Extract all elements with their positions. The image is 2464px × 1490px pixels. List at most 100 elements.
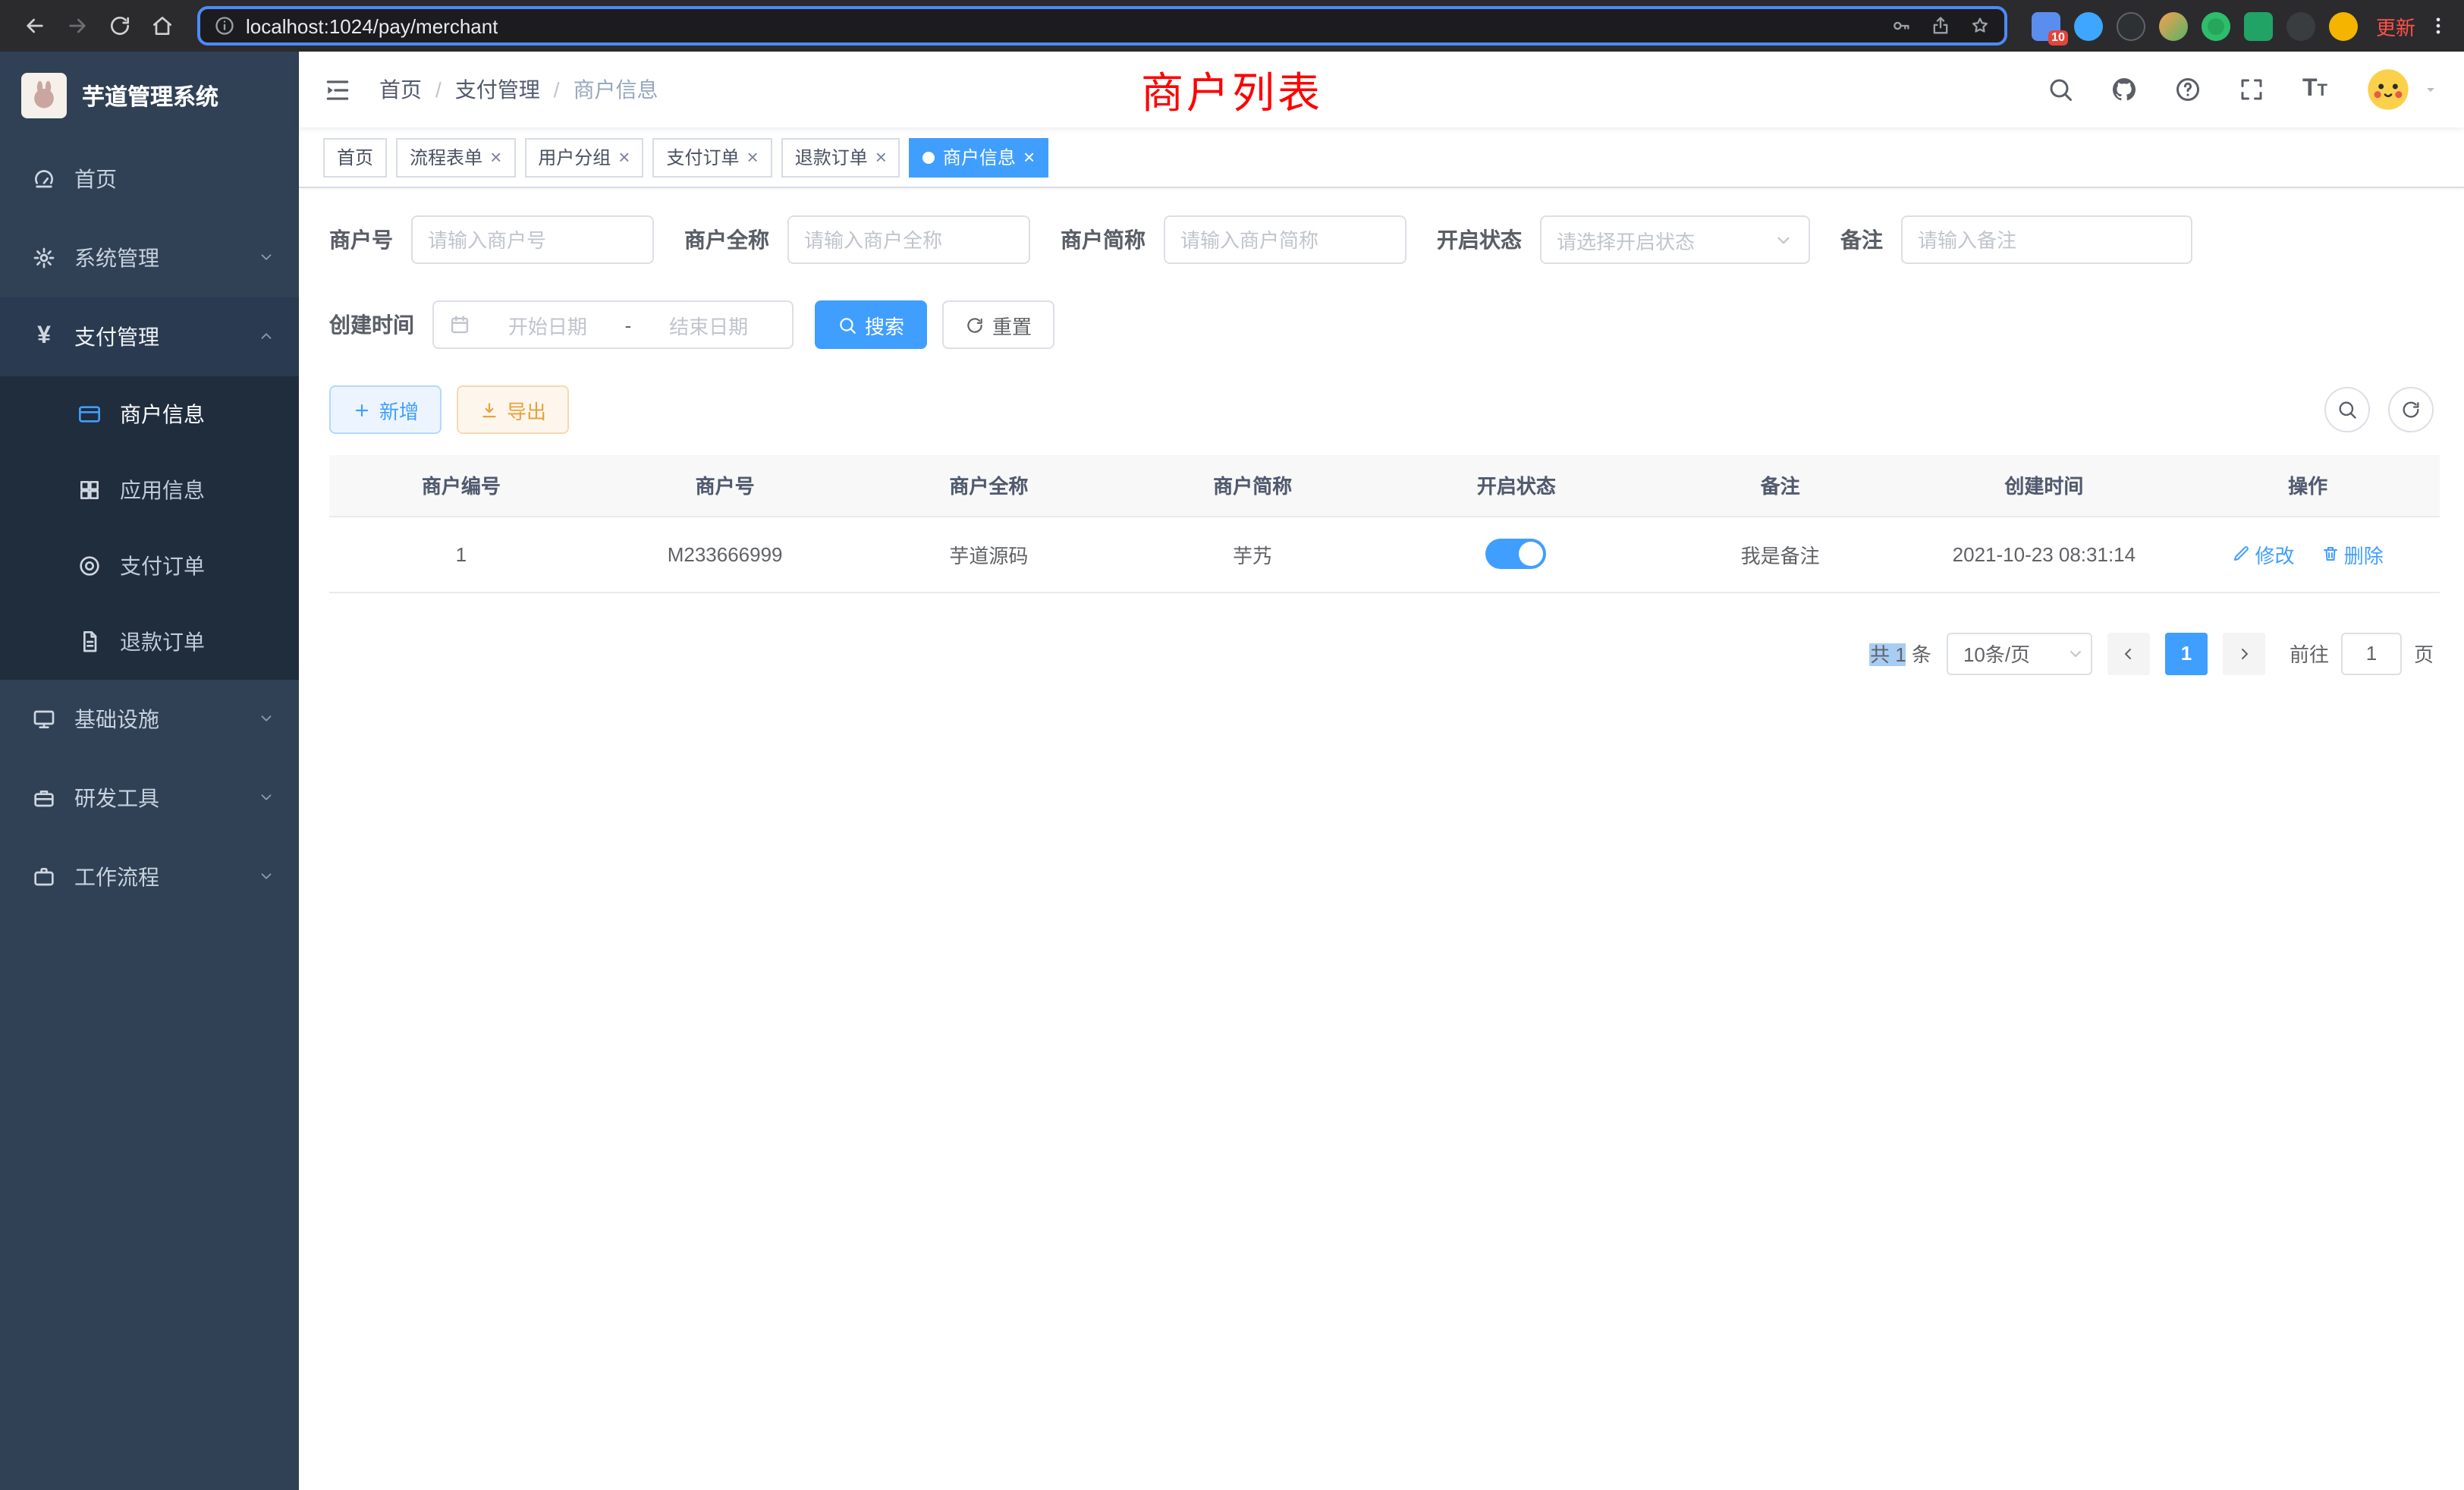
bookmark-star-icon[interactable]	[1969, 14, 1991, 38]
share-icon[interactable]	[1930, 14, 1951, 38]
sidebar-item-workflow[interactable]: 工作流程	[0, 838, 299, 916]
extension-green-circle-icon[interactable]	[2202, 11, 2230, 40]
next-page-button[interactable]	[2223, 632, 2265, 674]
tab-label: 流程表单	[410, 144, 482, 170]
user-avatar[interactable]	[2364, 65, 2412, 114]
sidebar-item-label: 应用信息	[120, 475, 205, 505]
col-merchant-id: 商户编号	[329, 455, 593, 516]
briefcase-icon	[30, 865, 58, 889]
table-header-row: 商户编号 商户号 商户全称 商户简称 开启状态 备注 创建时间 操作	[329, 455, 2440, 516]
browser-extensions: 10	[2032, 11, 2358, 40]
close-icon[interactable]: ×	[1023, 147, 1035, 167]
breadcrumb-current: 商户信息	[574, 74, 658, 105]
sidebar-item-pay-order[interactable]: 支付订单	[0, 528, 299, 604]
site-info-icon[interactable]	[214, 14, 235, 38]
fullscreen-icon[interactable]	[2239, 76, 2266, 103]
chevron-down-icon	[258, 868, 275, 887]
sidebar-item-refund-order[interactable]: 退款订单	[0, 604, 299, 680]
tab-refund-order[interactable]: 退款订单 ×	[781, 137, 900, 177]
tab-process-form[interactable]: 流程表单 ×	[396, 137, 515, 177]
close-icon[interactable]: ×	[490, 147, 501, 167]
tab-user-group[interactable]: 用户分组 ×	[524, 137, 643, 177]
url-text[interactable]: localhost:1024/pay/merchant	[246, 14, 498, 37]
download-icon	[479, 400, 499, 420]
goto-page-input[interactable]	[2341, 632, 2402, 674]
tab-active-dot	[923, 151, 935, 163]
extensions-icon[interactable]: 10	[2032, 11, 2060, 40]
target-icon	[76, 554, 103, 578]
sidebar-item-app-info[interactable]: 应用信息	[0, 452, 299, 528]
github-icon[interactable]	[2111, 76, 2139, 103]
pagination-total-suffix: 条	[1912, 643, 1931, 666]
tab-merchant-info[interactable]: 商户信息 ×	[910, 137, 1048, 177]
browser-forward-button[interactable]	[58, 6, 97, 46]
full-name-input[interactable]	[787, 215, 1030, 264]
edit-link[interactable]: 修改	[2232, 539, 2294, 568]
merchant-no-input[interactable]	[411, 215, 654, 264]
close-icon[interactable]: ×	[747, 147, 759, 167]
status-toggle[interactable]	[1486, 539, 1547, 569]
password-key-icon[interactable]	[1890, 14, 1912, 38]
remark-input[interactable]	[1901, 215, 2192, 264]
extension-green-square-icon[interactable]	[2244, 11, 2273, 40]
sidebar-item-dev-tools[interactable]: 研发工具	[0, 759, 299, 838]
address-bar[interactable]: localhost:1024/pay/merchant	[197, 6, 2007, 46]
tab-pay-order[interactable]: 支付订单 ×	[652, 137, 772, 177]
refresh-table-button[interactable]	[2388, 387, 2434, 432]
add-button[interactable]: 新增	[329, 385, 442, 434]
page-size-select[interactable]: 10条/页	[1947, 632, 2092, 674]
tab-home[interactable]: 首页	[323, 137, 387, 177]
toolbox-icon	[30, 786, 58, 810]
sidebar: 芋道管理系统 首页 系统管理 ¥ 支付管理 商户信息	[0, 52, 299, 1490]
chevron-down-icon	[258, 710, 275, 729]
close-icon[interactable]: ×	[618, 147, 630, 167]
short-name-input[interactable]	[1164, 215, 1406, 264]
delete-link[interactable]: 删除	[2321, 539, 2384, 568]
browser-home-button[interactable]	[143, 6, 182, 46]
export-button[interactable]: 导出	[457, 385, 569, 434]
sidebar-item-payment[interactable]: ¥ 支付管理	[0, 297, 299, 376]
search-button[interactable]: 搜索	[815, 300, 927, 349]
field-label: 商户号	[329, 225, 393, 255]
page-1-button[interactable]: 1	[2165, 632, 2208, 674]
user-menu[interactable]	[2364, 65, 2440, 114]
sidebar-item-home[interactable]: 首页	[0, 140, 299, 218]
sidebar-item-merchant-info[interactable]: 商户信息	[0, 376, 299, 452]
logo[interactable]: 芋道管理系统	[0, 52, 299, 140]
sidebar-item-infrastructure[interactable]: 基础设施	[0, 680, 299, 759]
table-row: 1 M233666999 芋道源码 芋艿 我是备注 2021-10-23 08:…	[329, 516, 2440, 592]
close-icon[interactable]: ×	[875, 147, 887, 167]
sidebar-item-label: 支付订单	[120, 551, 205, 581]
extension-dark-icon[interactable]	[2117, 11, 2145, 40]
sidebar-item-label: 工作流程	[74, 862, 159, 892]
sidebar-item-system[interactable]: 系统管理	[0, 218, 299, 297]
extension-profile-icon[interactable]	[2329, 11, 2358, 40]
browser-reload-button[interactable]	[100, 6, 140, 46]
grid-icon	[76, 478, 103, 502]
field-short-name: 商户简称	[1061, 215, 1406, 264]
breadcrumb-separator: /	[540, 77, 574, 102]
reset-button[interactable]: 重置	[942, 300, 1054, 349]
monitor-icon	[30, 707, 58, 731]
prev-page-button[interactable]	[2107, 632, 2150, 674]
extension-drop-icon[interactable]	[2074, 11, 2103, 40]
browser-menu-icon[interactable]	[2428, 14, 2449, 38]
create-time-range-picker[interactable]: 开始日期 - 结束日期	[432, 300, 794, 349]
browser-back-button[interactable]	[15, 6, 55, 46]
extension-paw-icon[interactable]	[2286, 11, 2315, 40]
breadcrumb-home[interactable]: 首页	[379, 74, 422, 105]
status-select[interactable]: 请选择开启状态	[1540, 215, 1810, 264]
font-size-icon[interactable]: TT	[2302, 77, 2327, 102]
extension-avatar-icon[interactable]	[2159, 11, 2188, 40]
card-icon	[76, 402, 103, 426]
breadcrumb-payment[interactable]: 支付管理	[455, 74, 540, 105]
page-header: 首页 / 支付管理 / 商户信息 TT	[299, 52, 2464, 127]
sidebar-toggle-icon[interactable]	[323, 75, 352, 104]
help-icon[interactable]	[2175, 76, 2202, 103]
show-search-toggle-button[interactable]	[2324, 387, 2370, 432]
sidebar-item-label: 研发工具	[74, 783, 159, 813]
search-icon[interactable]	[2048, 76, 2075, 103]
gear-icon	[30, 246, 58, 270]
browser-update-button[interactable]: 更新	[2376, 11, 2415, 40]
pagination-total-selected: 共 1	[1870, 643, 1906, 666]
